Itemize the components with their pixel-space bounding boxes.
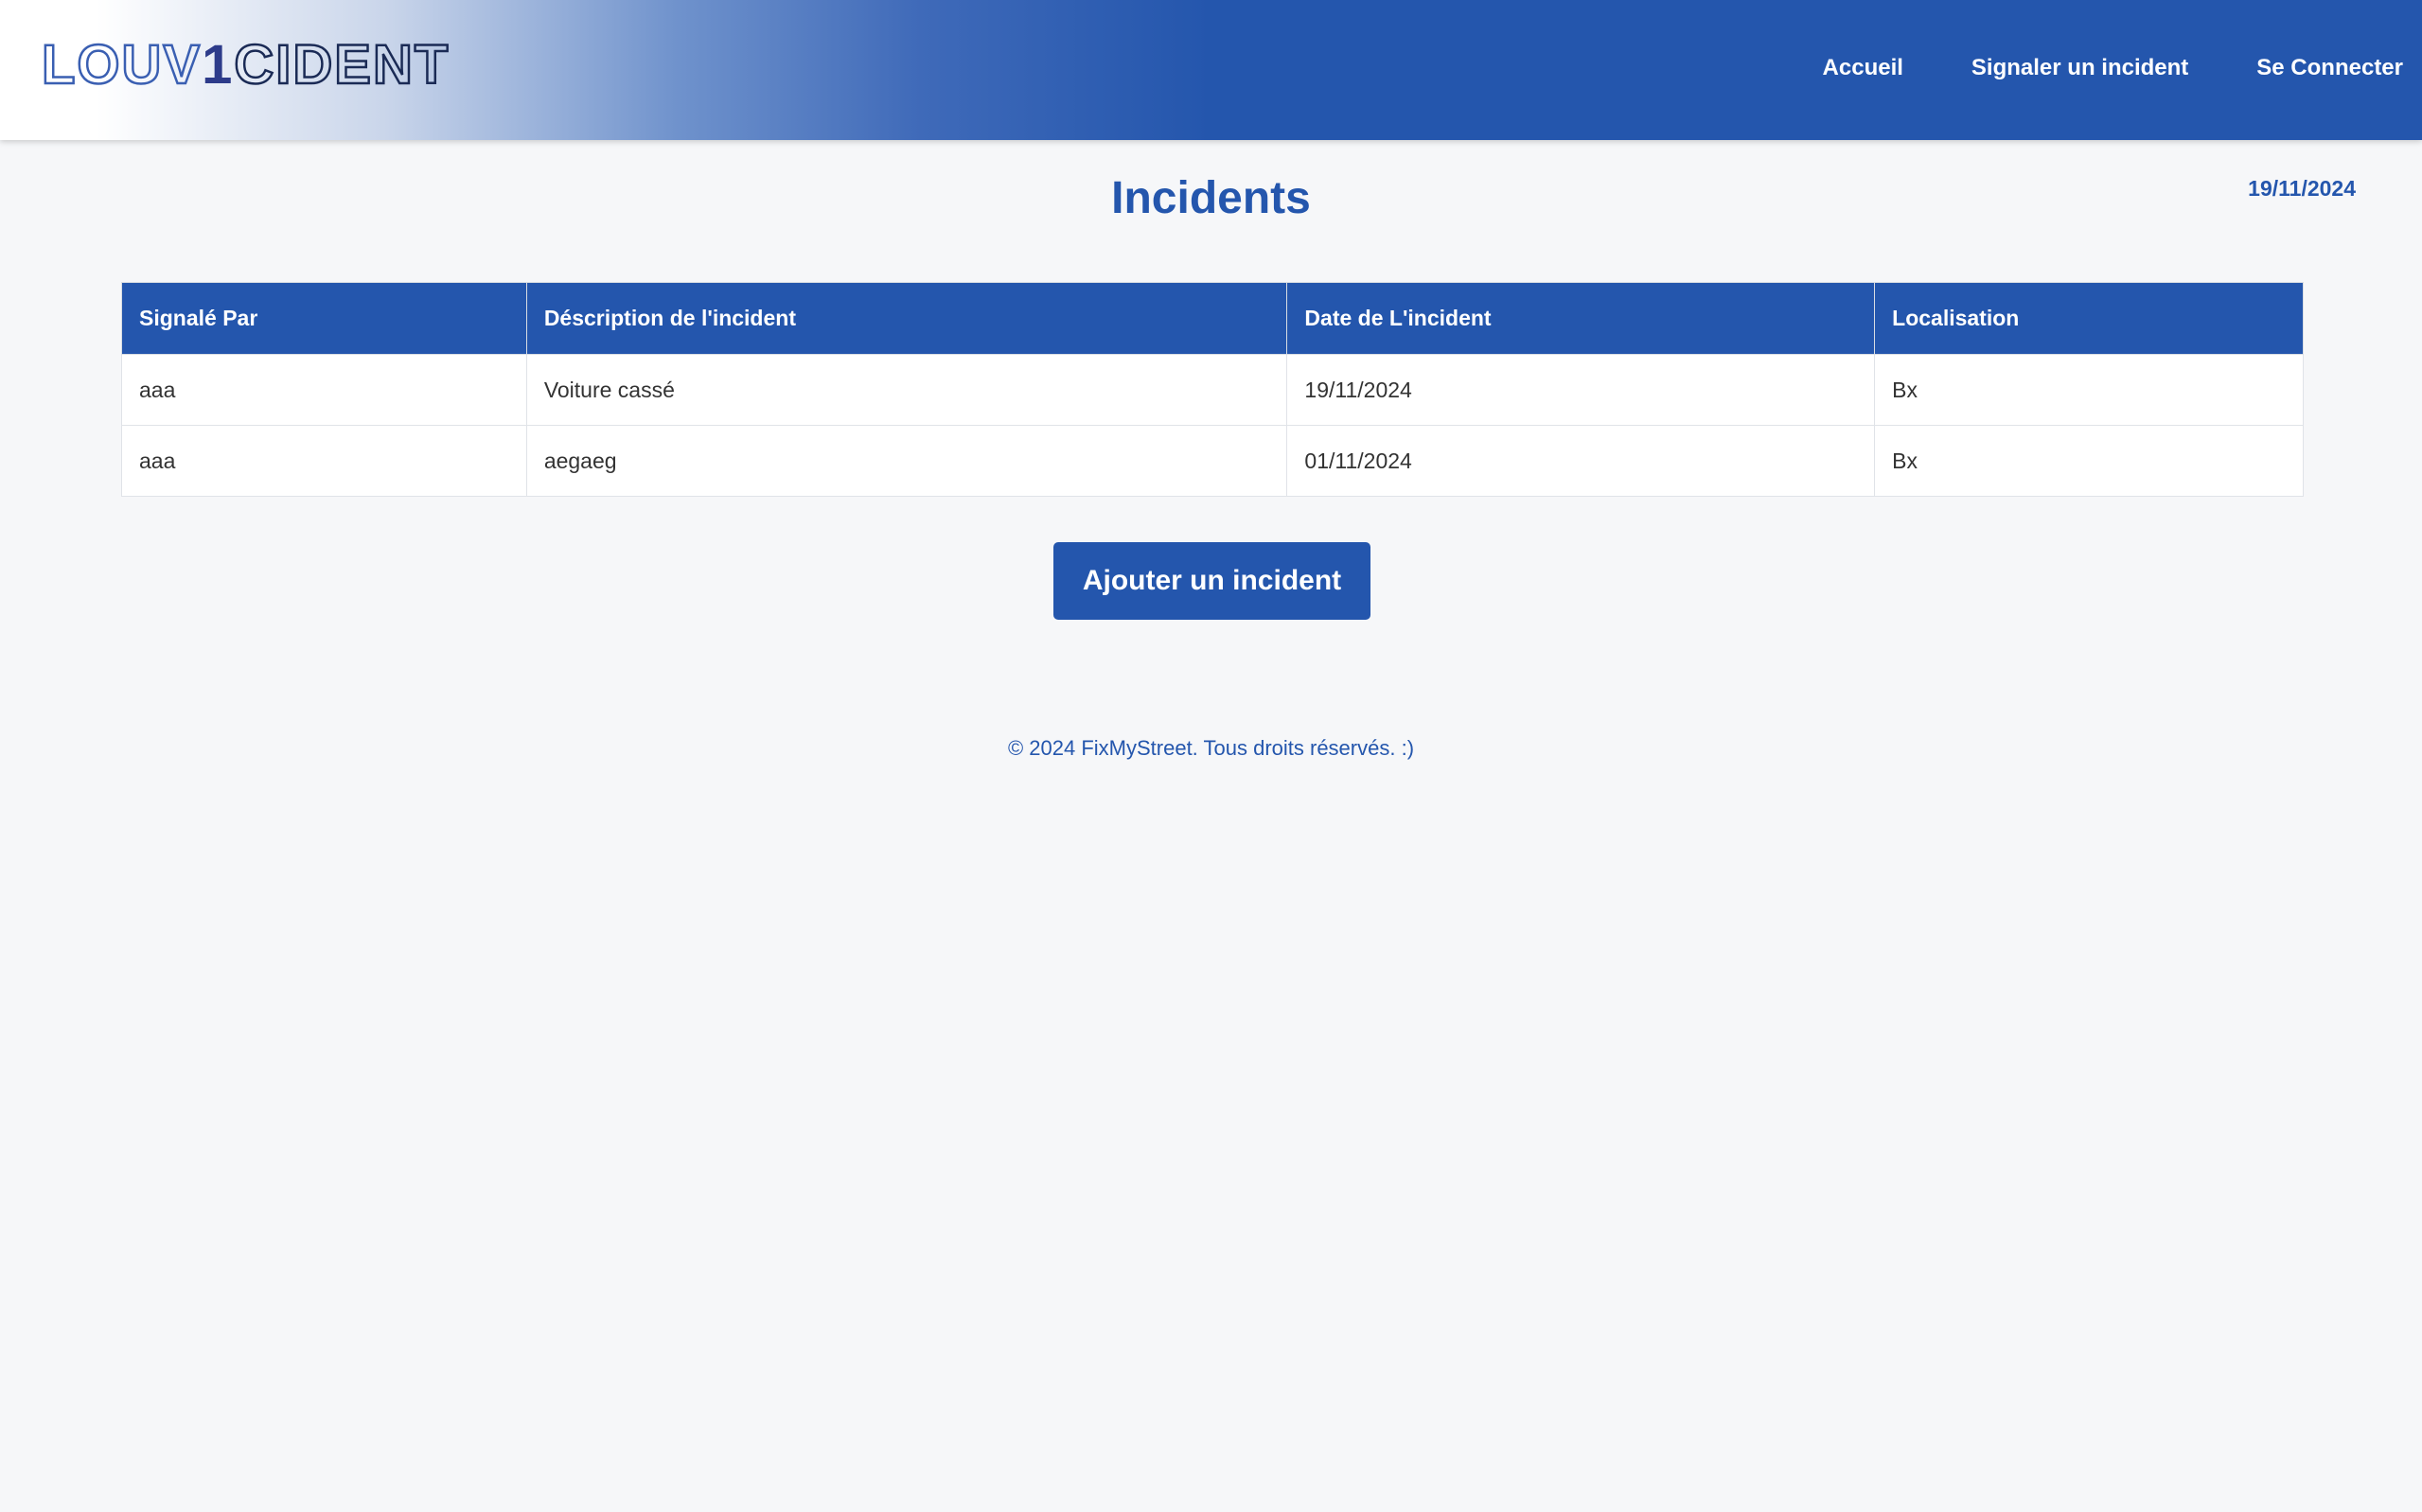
cell-reported-by: aaa bbox=[121, 354, 527, 426]
cell-description: Voiture cassé bbox=[525, 354, 1288, 426]
column-header-location: Localisation bbox=[1874, 282, 2304, 355]
current-date: 19/11/2024 bbox=[2248, 176, 2356, 201]
cell-reported-by: aaa bbox=[121, 425, 527, 497]
cell-description: aegaeg bbox=[525, 425, 1288, 497]
incidents-table: Signalé Par Déscription de l'incident Da… bbox=[121, 282, 2304, 497]
table-header-row: Signalé Par Déscription de l'incident Da… bbox=[121, 282, 2304, 355]
page-title: Incidents bbox=[1111, 173, 1311, 223]
main-nav: Accueil Signaler un incident Se Connecte… bbox=[1823, 55, 2403, 81]
cell-date: 19/11/2024 bbox=[1286, 354, 1876, 426]
nav-home-link[interactable]: Accueil bbox=[1823, 55, 1903, 81]
table-row: aaa Voiture cassé 19/11/2024 Bx bbox=[121, 354, 2304, 426]
add-incident-button[interactable]: Ajouter un incident bbox=[1053, 542, 1370, 620]
cell-date: 01/11/2024 bbox=[1286, 425, 1876, 497]
nav-login-link[interactable]: Se Connecter bbox=[2256, 55, 2403, 81]
cell-location: Bx bbox=[1874, 425, 2304, 497]
column-header-date: Date de L'incident bbox=[1286, 282, 1876, 355]
site-header: LOUV1CIDENT Accueil Signaler un incident… bbox=[0, 0, 2422, 140]
site-logo[interactable]: LOUV1CIDENT bbox=[41, 36, 450, 94]
table-row: aaa aegaeg 01/11/2024 Bx bbox=[121, 425, 2304, 497]
nav-report-incident-link[interactable]: Signaler un incident bbox=[1971, 55, 2188, 81]
column-header-reported-by: Signalé Par bbox=[121, 282, 527, 355]
footer-copyright: © 2024 FixMyStreet. Tous droits réservés… bbox=[1007, 736, 1415, 760]
cell-location: Bx bbox=[1874, 354, 2304, 426]
column-header-description: Déscription de l'incident bbox=[525, 282, 1288, 355]
